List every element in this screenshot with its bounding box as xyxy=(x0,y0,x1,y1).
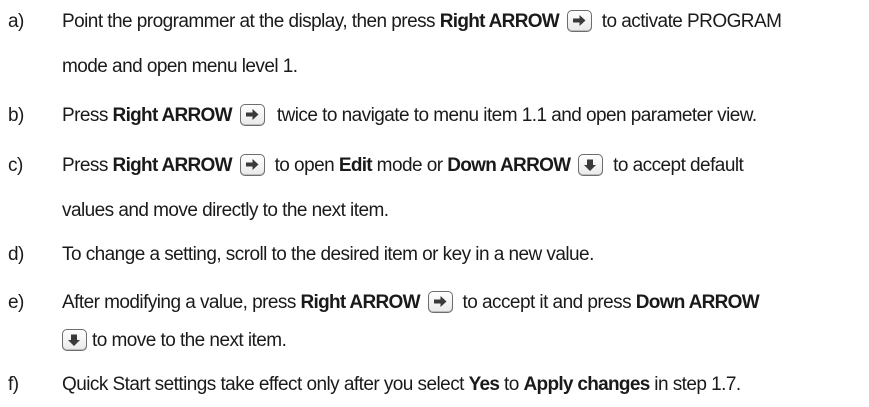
step-text: Press Right ARROW to open Edit mode or D… xyxy=(62,147,744,229)
step-text-run: After modifying a value, press xyxy=(62,292,301,313)
step-text-run: mode or xyxy=(371,155,448,176)
step-line: Quick Start settings take effect only af… xyxy=(62,366,741,403)
step-line: After modifying a value, press Right ARR… xyxy=(62,284,760,321)
right-arrow-key-icon xyxy=(239,154,265,176)
right-arrow-key-icon xyxy=(567,10,593,32)
step-marker: c) xyxy=(8,155,23,176)
step-text: Press Right ARROW twice to navigate to me… xyxy=(62,97,757,134)
step-text-run: Press xyxy=(62,155,113,176)
step-marker: f) xyxy=(8,374,19,395)
right-arrow-label: Right ARROW xyxy=(300,292,421,313)
step-text-run: Point the programmer at the display, the… xyxy=(62,11,440,32)
right-arrow-label: Right ARROW xyxy=(112,105,233,126)
step-text: Point the programmer at the display, the… xyxy=(62,3,782,85)
procedure-steps: a) Point the programmer at the display, … xyxy=(0,0,869,407)
step-text-run: to accept it and press xyxy=(457,292,636,313)
right-arrow-key-icon xyxy=(239,104,265,126)
down-arrow-label: Down ARROW xyxy=(635,292,760,313)
step-line: To change a setting, scroll to the desir… xyxy=(62,244,594,265)
step-text-run: to activate PROGRAM xyxy=(597,11,782,32)
step-text-run: to accept default xyxy=(608,155,744,176)
step-marker: b) xyxy=(8,105,24,126)
step-line: values and move directly to the next ite… xyxy=(62,200,389,221)
step-line: Press Right ARROW twice to navigate to me… xyxy=(62,97,757,134)
step-line: Point the programmer at the display, the… xyxy=(62,3,782,40)
step-text-run: to move to the next item. xyxy=(92,330,287,351)
down-arrow-key-icon xyxy=(578,154,604,176)
step-line: mode and open menu level 1. xyxy=(62,56,298,77)
step-text: Quick Start settings take effect only af… xyxy=(62,366,741,403)
edit-label: Edit xyxy=(338,155,373,176)
step-line: to move to the next item. xyxy=(62,322,759,359)
apply-changes-label: Apply changes xyxy=(523,374,651,395)
down-arrow-label: Down ARROW xyxy=(447,155,571,176)
step-text-run: in step 1.7. xyxy=(649,374,741,395)
right-arrow-label: Right ARROW xyxy=(112,155,233,176)
step-text-run: Quick Start settings take effect only af… xyxy=(62,374,469,395)
step-text-run: to xyxy=(499,374,524,395)
step-text-run: to open xyxy=(269,155,339,176)
down-arrow-key-icon xyxy=(62,329,87,351)
right-arrow-key-icon xyxy=(427,291,453,313)
step-line: Press Right ARROW to open Edit mode or D… xyxy=(62,147,744,184)
yes-label: Yes xyxy=(468,374,500,395)
step-text: To change a setting, scroll to the desir… xyxy=(62,236,594,273)
step-marker: a) xyxy=(8,11,24,32)
right-arrow-label: Right ARROW xyxy=(439,11,560,32)
step-text-run: twice to navigate to menu item 1.1 and o… xyxy=(276,105,757,126)
step-marker: d) xyxy=(8,244,24,265)
step-text: After modifying a value, press Right ARR… xyxy=(62,284,760,359)
step-text-run: Press xyxy=(62,105,113,126)
step-marker: e) xyxy=(8,292,24,313)
